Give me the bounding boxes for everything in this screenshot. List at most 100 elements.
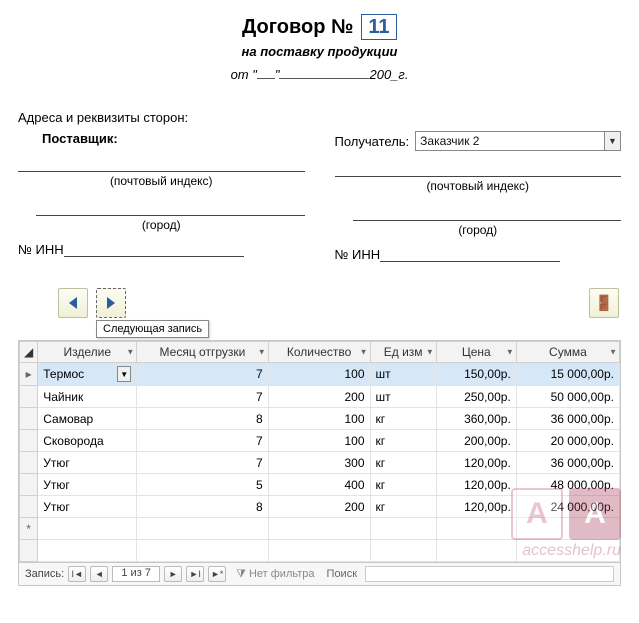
date-day-blank[interactable] — [257, 78, 275, 79]
cell-month[interactable]: 7 — [137, 363, 268, 386]
cell-month[interactable]: 8 — [137, 496, 268, 518]
filter-indicator[interactable]: ⧩ Нет фильтра — [236, 568, 314, 581]
table-row[interactable]: Утюг7300кг120,00р.36 000,00р. — [20, 452, 620, 474]
recipient-postal-line[interactable] — [335, 161, 622, 177]
empty-cell[interactable] — [137, 518, 268, 540]
chevron-down-icon[interactable]: ▼ — [360, 348, 368, 357]
cell-sum[interactable]: 20 000,00р. — [516, 430, 619, 452]
next-record-button[interactable] — [96, 288, 126, 318]
cell-qty[interactable]: 100 — [268, 363, 370, 386]
cell-month[interactable]: 7 — [137, 386, 268, 408]
cell-item[interactable]: Утюг — [38, 496, 137, 518]
cell-sum[interactable]: 15 000,00р. — [516, 363, 619, 386]
cell-item[interactable]: Чайник — [38, 386, 137, 408]
col-price[interactable]: Цена▼ — [436, 342, 516, 363]
new-record-row[interactable]: * — [20, 518, 620, 540]
chevron-down-icon[interactable]: ▼ — [609, 348, 617, 357]
cell-unit[interactable]: кг — [370, 408, 436, 430]
cell-sum[interactable]: 36 000,00р. — [516, 452, 619, 474]
cell-month[interactable]: 7 — [137, 452, 268, 474]
table-row[interactable]: ▸Термос▼7100шт150,00р.15 000,00р. — [20, 363, 620, 386]
table-row[interactable]: Сковорода7100кг200,00р.20 000,00р. — [20, 430, 620, 452]
table-row[interactable]: Самовар8100кг360,00р.36 000,00р. — [20, 408, 620, 430]
cell-sum[interactable]: 50 000,00р. — [516, 386, 619, 408]
col-month[interactable]: Месяц отгрузки▼ — [137, 342, 268, 363]
cell-unit[interactable]: кг — [370, 452, 436, 474]
empty-cell[interactable] — [38, 518, 137, 540]
contract-number-field[interactable]: 11 — [361, 14, 397, 40]
empty-cell[interactable] — [436, 518, 516, 540]
table-row[interactable]: Утюг5400кг120,00р.48 000,00р. — [20, 474, 620, 496]
cell-qty[interactable]: 300 — [268, 452, 370, 474]
cell-price[interactable]: 120,00р. — [436, 452, 516, 474]
cell-qty[interactable]: 200 — [268, 496, 370, 518]
row-selector[interactable] — [20, 386, 38, 408]
last-record-button[interactable]: ►I — [186, 566, 204, 582]
cell-qty[interactable]: 200 — [268, 386, 370, 408]
date-month-blank[interactable] — [279, 78, 369, 79]
recipient-inn-line[interactable] — [380, 248, 560, 262]
cell-price[interactable]: 120,00р. — [436, 496, 516, 518]
cell-price[interactable]: 150,00р. — [436, 363, 516, 386]
col-unit[interactable]: Ед изм▼ — [370, 342, 436, 363]
chevron-down-icon[interactable]: ▼ — [258, 348, 266, 357]
supplier-city-line[interactable] — [36, 200, 305, 216]
row-selector[interactable]: ▸ — [20, 363, 38, 386]
cell-item[interactable]: Термос▼ — [38, 363, 137, 386]
row-selector[interactable] — [20, 496, 38, 518]
row-selector[interactable] — [20, 452, 38, 474]
recipient-combobox[interactable]: Заказчик 2 ▼ — [415, 131, 621, 151]
search-input[interactable] — [365, 566, 614, 582]
supplier-inn-line[interactable] — [64, 243, 244, 257]
col-qty[interactable]: Количество▼ — [268, 342, 370, 363]
row-selector[interactable] — [20, 430, 38, 452]
cell-price[interactable]: 360,00р. — [436, 408, 516, 430]
empty-cell[interactable] — [370, 518, 436, 540]
cell-item[interactable]: Сковорода — [38, 430, 137, 452]
first-record-button[interactable]: I◄ — [68, 566, 86, 582]
chevron-down-icon[interactable]: ▼ — [117, 366, 131, 382]
prev-record-nav-button[interactable]: ◄ — [90, 566, 108, 582]
record-position[interactable]: 1 из 7 — [112, 566, 160, 582]
col-item[interactable]: Изделие▼ — [38, 342, 137, 363]
cell-unit[interactable]: кг — [370, 496, 436, 518]
cell-unit[interactable]: шт — [370, 386, 436, 408]
chevron-down-icon[interactable]: ▼ — [426, 348, 434, 357]
chevron-down-icon[interactable]: ▼ — [604, 132, 620, 150]
cell-sum[interactable]: 24 000,00р. — [516, 496, 619, 518]
supplier-postal-line[interactable] — [18, 156, 305, 172]
cell-item[interactable]: Утюг — [38, 452, 137, 474]
cell-price[interactable]: 200,00р. — [436, 430, 516, 452]
cell-month[interactable]: 8 — [137, 408, 268, 430]
recipient-city-line[interactable] — [353, 205, 622, 221]
empty-cell[interactable] — [268, 518, 370, 540]
col-sum[interactable]: Сумма▼ — [516, 342, 619, 363]
cell-sum[interactable]: 48 000,00р. — [516, 474, 619, 496]
table-row[interactable]: Чайник7200шт250,00р.50 000,00р. — [20, 386, 620, 408]
new-record-button[interactable]: ►* — [208, 566, 226, 582]
row-selector-header[interactable]: ◢ — [20, 342, 38, 363]
cell-qty[interactable]: 100 — [268, 430, 370, 452]
prev-record-button[interactable] — [58, 288, 88, 318]
cell-sum[interactable]: 36 000,00р. — [516, 408, 619, 430]
empty-cell[interactable] — [516, 518, 619, 540]
cell-item[interactable]: Утюг — [38, 474, 137, 496]
cell-month[interactable]: 5 — [137, 474, 268, 496]
close-form-button[interactable]: 🚪 — [589, 288, 619, 318]
new-record-selector[interactable]: * — [20, 518, 38, 540]
table-row[interactable]: Утюг8200кг120,00р.24 000,00р. — [20, 496, 620, 518]
row-selector[interactable] — [20, 474, 38, 496]
cell-unit[interactable]: шт — [370, 363, 436, 386]
row-selector[interactable] — [20, 408, 38, 430]
cell-price[interactable]: 250,00р. — [436, 386, 516, 408]
cell-price[interactable]: 120,00р. — [436, 474, 516, 496]
cell-qty[interactable]: 100 — [268, 408, 370, 430]
cell-unit[interactable]: кг — [370, 430, 436, 452]
cell-month[interactable]: 7 — [137, 430, 268, 452]
cell-item[interactable]: Самовар — [38, 408, 137, 430]
chevron-down-icon[interactable]: ▼ — [506, 348, 514, 357]
cell-qty[interactable]: 400 — [268, 474, 370, 496]
cell-unit[interactable]: кг — [370, 474, 436, 496]
next-record-nav-button[interactable]: ► — [164, 566, 182, 582]
chevron-down-icon[interactable]: ▼ — [126, 348, 134, 357]
